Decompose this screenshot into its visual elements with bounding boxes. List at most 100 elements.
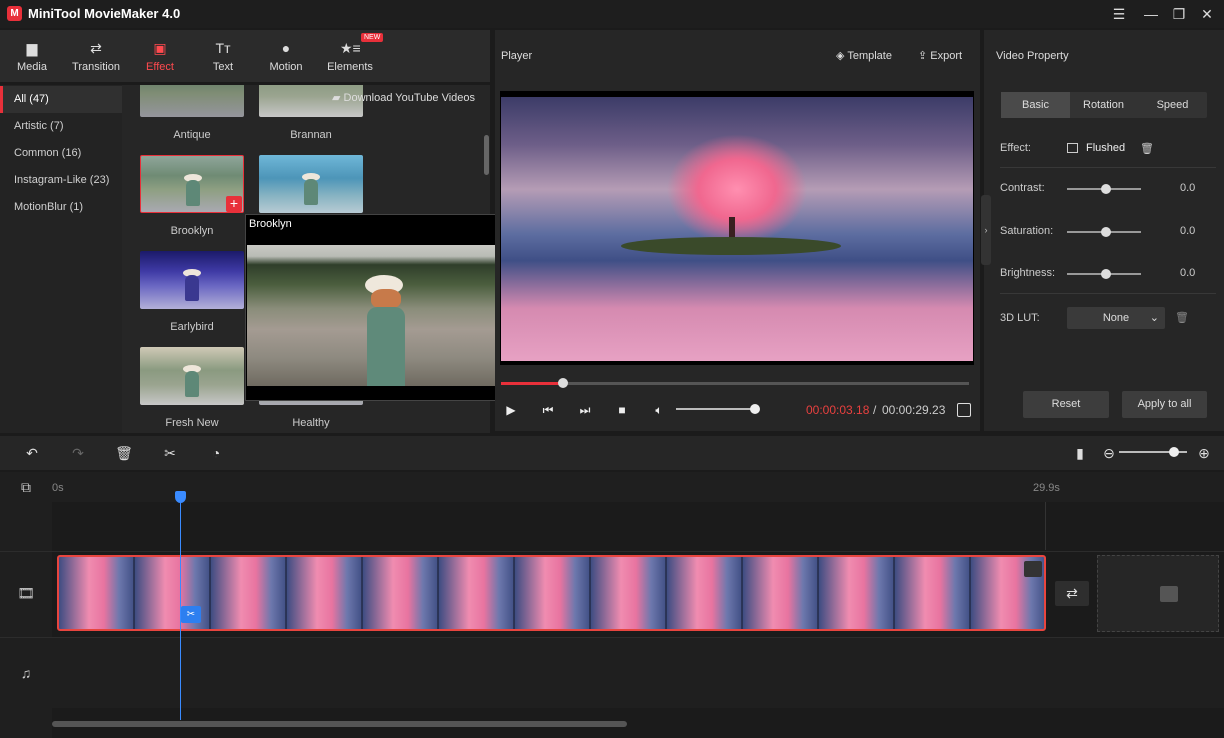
effect-thumb-antique[interactable] (140, 85, 244, 117)
volume-handle[interactable] (750, 404, 760, 414)
fullscreen-icon[interactable] (957, 403, 971, 417)
redo-icon[interactable]: ↷ (69, 444, 87, 462)
seek-progress (501, 382, 563, 385)
effect-applied-icon (1067, 143, 1078, 153)
tab-effect[interactable]: ▣ Effect (129, 30, 191, 82)
ruler-end-label: 29.9s (1033, 482, 1060, 494)
export-button[interactable]: ⇪ Export (918, 49, 962, 62)
text-icon: Tт (213, 40, 233, 56)
add-effect-button[interactable]: + (226, 196, 242, 212)
effect-label: Brooklyn (140, 225, 244, 237)
clip-frames (59, 557, 1044, 629)
minimize-icon[interactable]: — (1140, 4, 1162, 24)
speed-icon[interactable]: ◔ (207, 444, 225, 462)
lut-select[interactable]: None ⌄ (1067, 307, 1165, 329)
divider (1000, 293, 1216, 294)
undo-icon[interactable]: ↶ (23, 444, 41, 462)
split-scissors-icon[interactable]: ✂ (161, 444, 179, 462)
tab-text[interactable]: Tт Text (192, 30, 254, 82)
category-item[interactable]: MotionBlur (1) (0, 194, 122, 221)
apply-to-all-button[interactable]: Apply to all (1122, 391, 1207, 418)
track-divider (0, 551, 1224, 552)
add-track-icon[interactable]: ⧉ (16, 479, 36, 496)
download-youtube-button[interactable]: ▰ Download YouTube Videos (332, 91, 475, 104)
clip-effect-badge-icon (1024, 561, 1042, 577)
effect-label: Brannan (259, 129, 363, 141)
zoom-out-icon[interactable]: ⊖ (1100, 444, 1118, 462)
tab-text-label: Text (213, 61, 233, 73)
collapse-panel-icon[interactable]: › (981, 195, 991, 265)
tab-motion[interactable]: ● Motion (255, 30, 317, 82)
maximize-icon[interactable]: ❐ (1168, 4, 1190, 24)
timeline-scrollbar[interactable] (52, 721, 627, 727)
download-icon: ▰ (332, 92, 344, 104)
category-item[interactable]: Artistic (7) (0, 113, 122, 140)
playhead-handle[interactable] (175, 491, 186, 503)
title-bar: M MiniTool MovieMaker 4.0 ☰ — ❐ ✕ (0, 0, 1224, 28)
tab-media-label: Media (17, 61, 47, 73)
island (621, 237, 841, 255)
tab-motion-label: Motion (269, 61, 302, 73)
effect-thumb-blue[interactable] (259, 155, 363, 213)
saturation-handle[interactable] (1101, 227, 1111, 237)
tab-transition[interactable]: ⇄ Transition (64, 30, 128, 82)
delete-icon[interactable]: 🗑︎ (115, 444, 133, 462)
player-title: Player (501, 50, 532, 62)
volume-icon[interactable]: 🔈︎ (651, 402, 667, 418)
lut-value: None (1103, 312, 1129, 324)
preview-image (247, 245, 499, 386)
reset-button[interactable]: Reset (1023, 391, 1109, 418)
category-item[interactable]: Common (16) (0, 140, 122, 167)
trash-icon[interactable]: 🗑︎ (1175, 311, 1189, 324)
seek-bar[interactable] (501, 382, 969, 385)
preview-figure (367, 307, 405, 386)
tab-rotation[interactable]: Rotation (1069, 92, 1138, 118)
next-frame-icon[interactable]: ⏭ (577, 402, 593, 418)
menu-icon[interactable]: ☰ (1108, 4, 1130, 24)
brightness-value: 0.0 (1180, 267, 1195, 279)
video-track-icon: 🎞︎ (16, 585, 36, 602)
total-time: 00:00:29.23 (882, 403, 945, 417)
effect-thumb-fresh-new[interactable] (140, 347, 244, 405)
tab-speed[interactable]: Speed (1138, 92, 1207, 118)
category-list: All (47) Artistic (7) Common (16) Instag… (0, 85, 122, 433)
effect-label: Antique (140, 129, 244, 141)
effect-icon: ▣ (150, 40, 170, 56)
transition-swap-icon[interactable]: ⇄ (1055, 581, 1089, 606)
seek-handle[interactable] (558, 378, 568, 388)
split-icon[interactable]: ✂ (181, 606, 201, 623)
brightness-label: Brightness: (1000, 267, 1055, 279)
fit-timeline-icon[interactable]: ▮ (1071, 444, 1089, 462)
prev-frame-icon[interactable]: ⏮ (540, 402, 556, 418)
play-icon[interactable]: ▶ (503, 402, 519, 418)
close-icon[interactable]: ✕ (1196, 4, 1218, 24)
brightness-handle[interactable] (1101, 269, 1111, 279)
zoom-handle[interactable] (1169, 447, 1179, 457)
effect-value: Flushed (1086, 142, 1125, 154)
effect-preview-popup: Brooklyn (245, 214, 499, 401)
tab-media[interactable]: ▆ Media (1, 30, 63, 82)
effect-thumb-earlybird[interactable] (140, 251, 244, 309)
template-button[interactable]: ◈ Template (836, 49, 892, 62)
music-track-icon: ♫ (16, 665, 36, 681)
music-track[interactable] (52, 638, 1224, 708)
motion-icon: ● (276, 40, 296, 56)
tab-elements-label: Elements (327, 61, 373, 73)
stop-icon[interactable]: ■ (614, 402, 630, 418)
tab-basic[interactable]: Basic (1001, 92, 1070, 118)
app-title: MiniTool MovieMaker 4.0 (28, 6, 180, 21)
volume-slider[interactable] (676, 408, 756, 410)
thumb-figure (185, 275, 199, 301)
zoom-in-icon[interactable]: ⊕ (1195, 444, 1213, 462)
divider (1000, 167, 1216, 168)
category-item[interactable]: All (47) (0, 86, 122, 113)
trash-icon[interactable]: 🗑︎ (1140, 142, 1154, 155)
track-header-column (0, 472, 52, 738)
category-item[interactable]: Instagram-Like (23) (0, 167, 122, 194)
thumb-figure (185, 371, 199, 397)
library-scrollbar[interactable] (484, 135, 489, 175)
clip-drop-zone[interactable] (1097, 555, 1219, 632)
overlay-track[interactable] (52, 502, 1046, 550)
chevron-down-icon: ⌄ (1150, 307, 1159, 329)
contrast-handle[interactable] (1101, 184, 1111, 194)
